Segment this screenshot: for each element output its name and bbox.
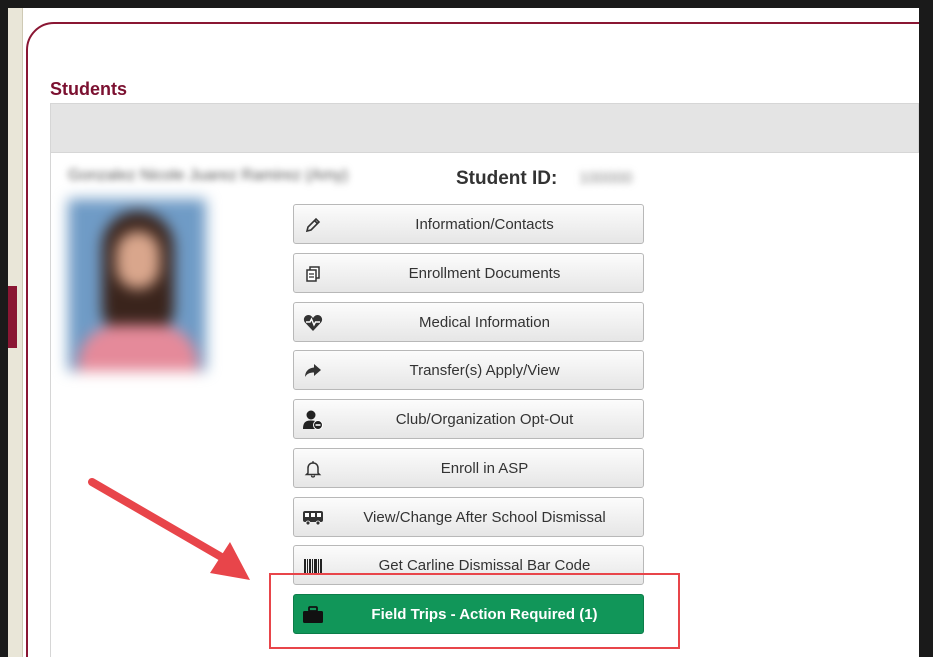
enroll-in-asp-button[interactable]: Enroll in ASP bbox=[293, 448, 644, 488]
sidebar-strip bbox=[8, 8, 23, 657]
enrollment-documents-label: Enrollment Documents bbox=[408, 264, 561, 282]
transfers-apply-view-label: Transfer(s) Apply/View bbox=[409, 361, 560, 379]
sidebar-active-accent bbox=[8, 286, 17, 348]
student-id-value: 100000 bbox=[579, 170, 633, 187]
bus-icon bbox=[302, 507, 324, 529]
pencil-icon bbox=[302, 214, 324, 236]
student-name: Gonzalez Nicole Juarez Ramirez (Amy) bbox=[68, 167, 349, 184]
club-opt-out-label: Club/Organization Opt-Out bbox=[395, 410, 574, 428]
transfers-apply-view-button[interactable]: Transfer(s) Apply/View bbox=[293, 350, 644, 390]
medical-information-label: Medical Information bbox=[419, 313, 550, 331]
student-id-label: Student ID: bbox=[456, 168, 558, 189]
annotation-highlight-box bbox=[269, 573, 680, 649]
page-title: Students bbox=[50, 79, 128, 99]
bell-icon bbox=[302, 458, 324, 480]
screenshot-frame: Students Gonzalez Nicole Juarez Ramirez … bbox=[0, 0, 933, 657]
after-school-dismissal-label: View/Change After School Dismissal bbox=[363, 508, 606, 526]
after-school-dismissal-button[interactable]: View/Change After School Dismissal bbox=[293, 497, 644, 537]
club-opt-out-button[interactable]: Club/Organization Opt-Out bbox=[293, 399, 644, 439]
information-contacts-label: Information/Contacts bbox=[415, 215, 554, 233]
medical-information-button[interactable]: Medical Information bbox=[293, 302, 644, 342]
information-contacts-button[interactable]: Information/Contacts bbox=[293, 204, 644, 244]
heartbeat-icon bbox=[302, 312, 324, 334]
share-arrow-icon bbox=[302, 360, 324, 382]
annotation-arrow-icon bbox=[88, 478, 250, 580]
documents-icon bbox=[302, 263, 324, 285]
enroll-in-asp-label: Enroll in ASP bbox=[440, 459, 529, 477]
student-photo bbox=[68, 199, 206, 371]
user-minus-icon bbox=[302, 409, 324, 431]
screenshot-border-left bbox=[0, 0, 8, 657]
screenshot-border-top bbox=[0, 0, 933, 8]
toolbar-bar bbox=[50, 103, 919, 153]
enrollment-documents-button[interactable]: Enrollment Documents bbox=[293, 253, 644, 293]
screenshot-border-right bbox=[919, 0, 933, 657]
